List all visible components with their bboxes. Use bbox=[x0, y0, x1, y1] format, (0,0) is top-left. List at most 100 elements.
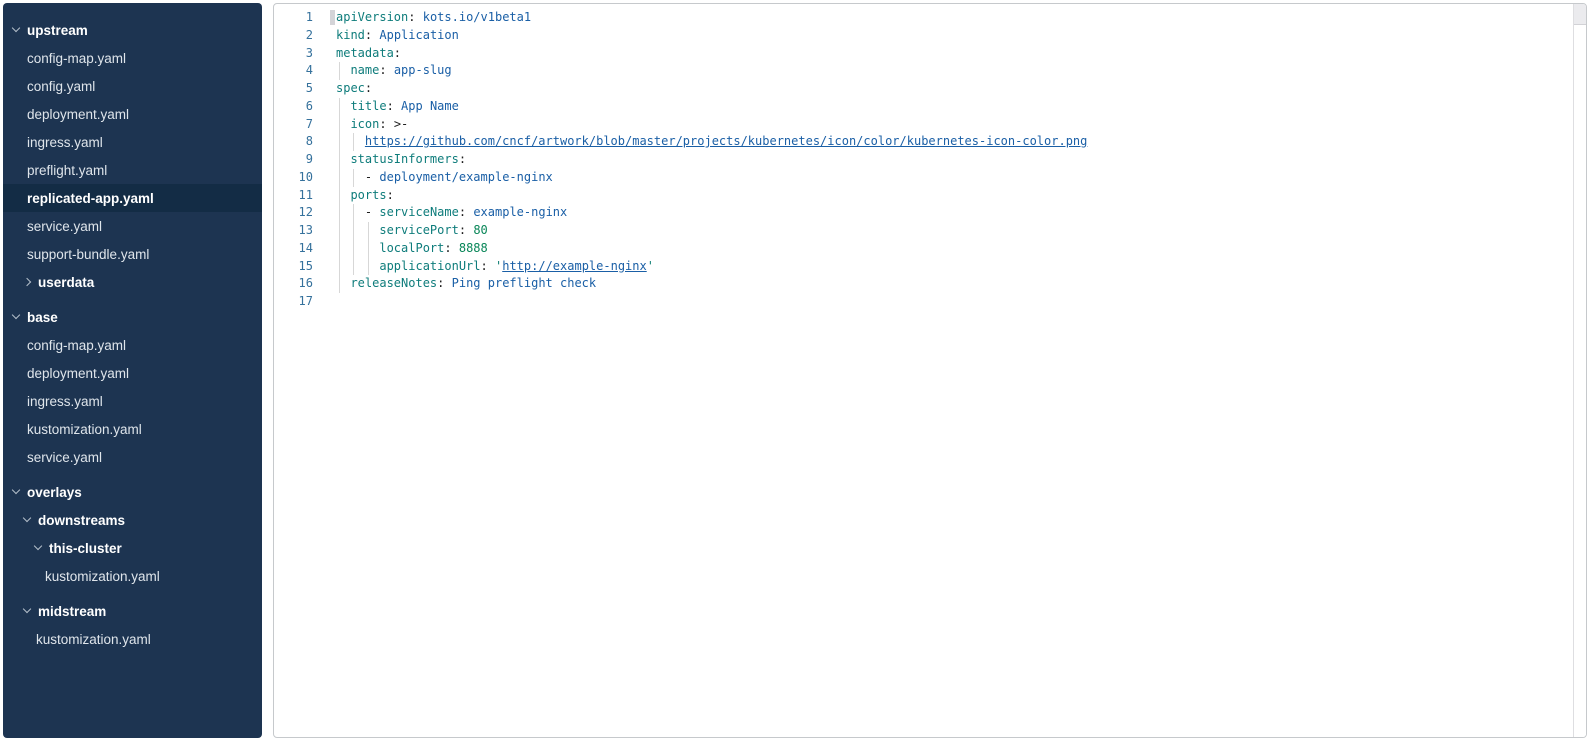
tree-file-service-yaml[interactable]: service.yaml bbox=[3, 443, 262, 471]
scrollbar-thumb[interactable] bbox=[1574, 4, 1586, 25]
tree-item-label: support-bundle.yaml bbox=[27, 247, 149, 262]
tree-file-preflight-yaml[interactable]: preflight.yaml bbox=[3, 156, 262, 184]
code-line[interactable]: 15 applicationUrl: 'http://example-nginx… bbox=[274, 258, 1586, 276]
file-tree-sidebar: upstreamconfig-map.yamlconfig.yamldeploy… bbox=[3, 3, 262, 738]
code-line[interactable]: 12 - serviceName: example-nginx bbox=[274, 204, 1586, 222]
tree-item-label: midstream bbox=[38, 604, 106, 619]
code-line[interactable]: 8 https://github.com/cncf/artwork/blob/m… bbox=[274, 133, 1586, 151]
tree-item-label: preflight.yaml bbox=[27, 163, 107, 178]
tree-file-ingress-yaml[interactable]: ingress.yaml bbox=[3, 387, 262, 415]
tree-dir-upstream[interactable]: upstream bbox=[3, 16, 262, 44]
line-number: 14 bbox=[274, 240, 313, 258]
code-line[interactable]: 7 icon: >- bbox=[274, 116, 1586, 134]
code-token-op: : bbox=[459, 152, 466, 166]
chevron-down-icon bbox=[23, 605, 31, 613]
code-line[interactable]: 9 statusInformers: bbox=[274, 151, 1586, 169]
line-content: title: App Name bbox=[336, 98, 459, 116]
tree-dir-midstream[interactable]: midstream bbox=[3, 597, 262, 625]
line-number: 3 bbox=[274, 45, 313, 63]
tree-file-replicated-app-yaml[interactable]: replicated-app.yaml bbox=[3, 184, 262, 212]
indent-guide bbox=[368, 222, 369, 240]
tree-dir-this-cluster[interactable]: this-cluster bbox=[3, 534, 262, 562]
indent-guide bbox=[339, 222, 340, 240]
indent-guide bbox=[368, 240, 369, 258]
tree-dir-overlays[interactable]: overlays bbox=[3, 478, 262, 506]
code-line[interactable]: 3metadata: bbox=[274, 45, 1586, 63]
tree-file-deployment-yaml[interactable]: deployment.yaml bbox=[3, 100, 262, 128]
line-content: name: app-slug bbox=[336, 62, 452, 80]
code-line[interactable]: 1apiVersion: kots.io/v1beta1 bbox=[274, 9, 1586, 27]
code-token-key: metadata bbox=[336, 46, 394, 60]
line-content: https://github.com/cncf/artwork/blob/mas… bbox=[336, 133, 1087, 151]
code-token-plain bbox=[336, 205, 365, 219]
code-line[interactable]: 2kind: Application bbox=[274, 27, 1586, 45]
indent-guide bbox=[353, 222, 354, 240]
tree-item-label: userdata bbox=[38, 275, 94, 290]
tree-item-label: replicated-app.yaml bbox=[27, 191, 154, 206]
chevron-down-icon bbox=[34, 542, 42, 550]
code-token-num: 8888 bbox=[459, 241, 488, 255]
tree-file-config-yaml[interactable]: config.yaml bbox=[3, 72, 262, 100]
line-content: ports: bbox=[336, 187, 394, 205]
code-line[interactable]: 4 name: app-slug bbox=[274, 62, 1586, 80]
line-number: 11 bbox=[274, 187, 313, 205]
code-token-plain bbox=[387, 63, 394, 77]
code-token-plain bbox=[336, 223, 379, 237]
tree-file-deployment-yaml[interactable]: deployment.yaml bbox=[3, 359, 262, 387]
code-line[interactable]: 14 localPort: 8888 bbox=[274, 240, 1586, 258]
editor-scrollbar[interactable] bbox=[1573, 4, 1586, 737]
code-token-key: kind bbox=[336, 28, 365, 42]
tree-item-label: ingress.yaml bbox=[27, 394, 103, 409]
tree-file-service-yaml[interactable]: service.yaml bbox=[3, 212, 262, 240]
code-token-val: kots.io/v1beta1 bbox=[423, 10, 531, 24]
line-number: 12 bbox=[274, 204, 313, 222]
tree-file-config-map-yaml[interactable]: config-map.yaml bbox=[3, 44, 262, 72]
indent-guide bbox=[339, 169, 340, 187]
line-number: 4 bbox=[274, 62, 313, 80]
tree-file-kustomization-yaml[interactable]: kustomization.yaml bbox=[3, 625, 262, 653]
code-link[interactable]: http://example-nginx bbox=[502, 259, 647, 273]
line-content: localPort: 8888 bbox=[336, 240, 488, 258]
code-token-key: serviceName bbox=[379, 205, 458, 219]
tree-item-label: service.yaml bbox=[27, 219, 102, 234]
indent-guide bbox=[339, 116, 340, 134]
code-line[interactable]: 16 releaseNotes: Ping preflight check bbox=[274, 275, 1586, 293]
chevron-right-icon bbox=[23, 278, 31, 286]
tree-dir-downstreams[interactable]: downstreams bbox=[3, 506, 262, 534]
line-content: icon: >- bbox=[336, 116, 408, 134]
code-line[interactable]: 6 title: App Name bbox=[274, 98, 1586, 116]
code-token-op: : bbox=[379, 117, 386, 131]
tree-file-config-map-yaml[interactable]: config-map.yaml bbox=[3, 331, 262, 359]
code-link[interactable]: https://github.com/cncf/artwork/blob/mas… bbox=[365, 134, 1087, 148]
code-token-key: applicationUrl bbox=[379, 259, 480, 273]
code-token-key: servicePort bbox=[379, 223, 458, 237]
code-token-plain bbox=[336, 170, 365, 184]
code-line[interactable]: 11 ports: bbox=[274, 187, 1586, 205]
code-line[interactable]: 17 bbox=[274, 293, 1586, 311]
code-line[interactable]: 5spec: bbox=[274, 80, 1586, 98]
line-number: 13 bbox=[274, 222, 313, 240]
indent-guide bbox=[339, 133, 340, 151]
chevron-down-icon bbox=[12, 486, 20, 494]
tree-item-label: upstream bbox=[27, 23, 88, 38]
code-token-key: localPort bbox=[379, 241, 444, 255]
file-tree: upstreamconfig-map.yamlconfig.yamldeploy… bbox=[3, 16, 262, 653]
tree-file-ingress-yaml[interactable]: ingress.yaml bbox=[3, 128, 262, 156]
code-token-op: >- bbox=[394, 117, 408, 131]
code-lines[interactable]: 1apiVersion: kots.io/v1beta12kind: Appli… bbox=[274, 4, 1586, 311]
code-token-val: App Name bbox=[401, 99, 459, 113]
line-number: 7 bbox=[274, 116, 313, 134]
tree-dir-userdata[interactable]: userdata bbox=[3, 268, 262, 296]
tree-dir-base[interactable]: base bbox=[3, 303, 262, 331]
tree-file-support-bundle-yaml[interactable]: support-bundle.yaml bbox=[3, 240, 262, 268]
code-line[interactable]: 13 servicePort: 80 bbox=[274, 222, 1586, 240]
line-number: 10 bbox=[274, 169, 313, 187]
tree-file-kustomization-yaml[interactable]: kustomization.yaml bbox=[3, 562, 262, 590]
code-token-key: releaseNotes bbox=[350, 276, 437, 290]
line-number: 17 bbox=[274, 293, 313, 311]
line-number: 5 bbox=[274, 80, 313, 98]
line-number: 6 bbox=[274, 98, 313, 116]
code-token-key: title bbox=[350, 99, 386, 113]
tree-file-kustomization-yaml[interactable]: kustomization.yaml bbox=[3, 415, 262, 443]
code-line[interactable]: 10 - deployment/example-nginx bbox=[274, 169, 1586, 187]
